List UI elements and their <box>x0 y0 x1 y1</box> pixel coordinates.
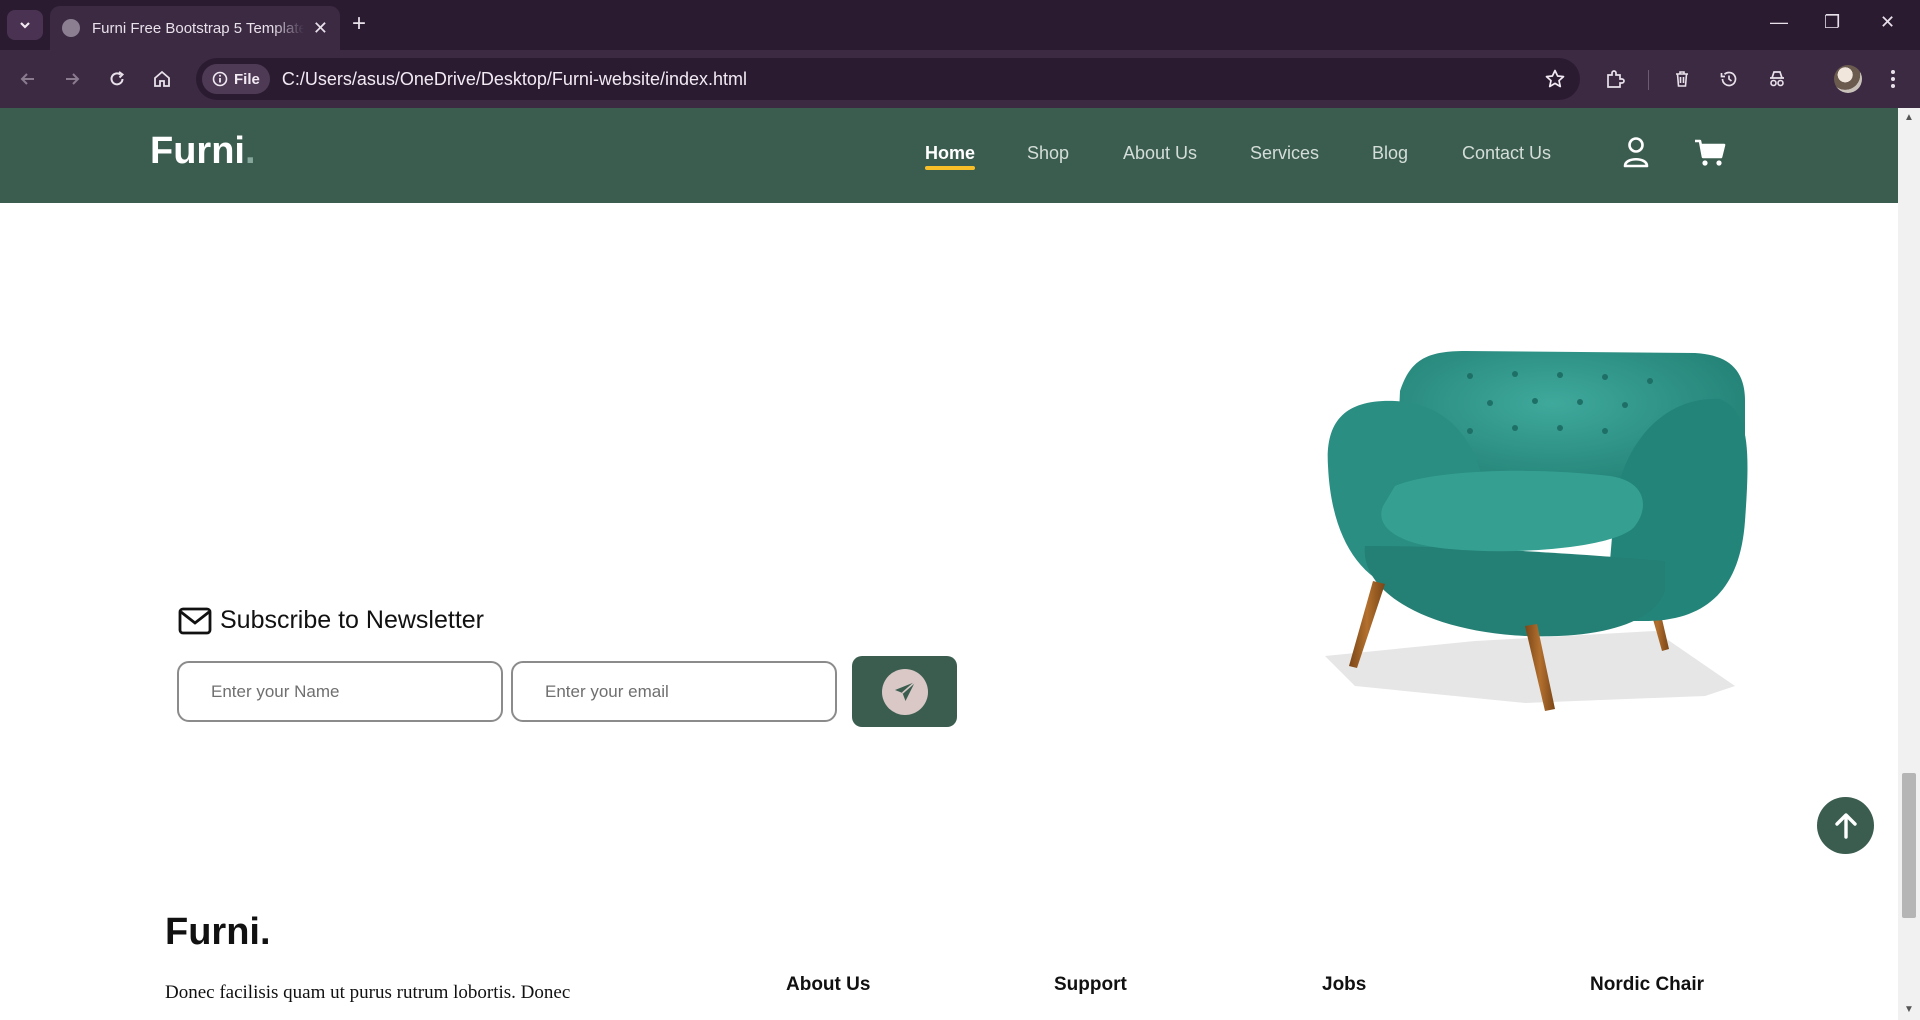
back-arrow-icon[interactable] <box>16 67 40 91</box>
scroll-up-arrow-icon[interactable]: ▲ <box>1904 112 1914 123</box>
footer-description: Donec facilisis quam ut purus rutrum lob… <box>165 982 571 1003</box>
nav-shop[interactable]: Shop <box>1027 143 1069 164</box>
page-viewport: Furni. Home Shop About Us Services Blog … <box>0 108 1898 1020</box>
nav-home[interactable]: Home <box>925 143 976 170</box>
site-info-chip[interactable]: File <box>202 64 270 94</box>
footer-col-jobs: Jobs <box>1322 974 1367 995</box>
profile-avatar[interactable] <box>1834 65 1862 93</box>
extensions-icon[interactable] <box>1603 67 1627 91</box>
newsletter-name-input[interactable] <box>177 661 503 722</box>
chevron-down-icon <box>20 22 30 29</box>
forward-arrow-icon[interactable] <box>60 67 84 91</box>
nav-about-us[interactable]: About Us <box>1123 143 1197 164</box>
page-scrollbar[interactable]: ▲ ▼ <box>1898 108 1920 1020</box>
nav-contact-us[interactable]: Contact Us <box>1462 143 1551 164</box>
restore-button[interactable]: ❐ <box>1824 12 1840 33</box>
newsletter-email-input[interactable] <box>511 661 837 722</box>
menu-dots-icon[interactable] <box>1881 67 1905 91</box>
arrow-up-icon <box>1834 812 1857 839</box>
minimize-button[interactable]: — <box>1770 12 1788 33</box>
logo-text: Furni <box>150 130 245 172</box>
star-icon[interactable] <box>1544 68 1566 95</box>
newsletter-submit-button[interactable] <box>852 656 957 727</box>
footer-col-about-us: About Us <box>786 974 871 995</box>
incognito-icon[interactable] <box>1765 67 1789 91</box>
url-text[interactable]: C:/Users/asus/OneDrive/Desktop/Furni-web… <box>282 69 747 90</box>
footer-col-support: Support <box>1054 974 1127 995</box>
newsletter-title: Subscribe to Newsletter <box>178 606 484 635</box>
site-navbar: Furni. Home Shop About Us Services Blog … <box>0 108 1898 203</box>
footer-col-nordic-chair: Nordic Chair <box>1590 974 1705 995</box>
close-window-button[interactable]: ✕ <box>1880 12 1895 33</box>
history-icon[interactable] <box>1717 67 1741 91</box>
cart-icon[interactable] <box>1694 138 1726 173</box>
nav-blog[interactable]: Blog <box>1372 143 1408 164</box>
newsletter-title-text: Subscribe to Newsletter <box>220 606 485 634</box>
globe-icon <box>62 19 80 37</box>
user-icon[interactable] <box>1622 136 1650 173</box>
new-tab-button[interactable]: + <box>352 12 366 36</box>
address-bar[interactable]: File C:/Users/asus/OneDrive/Desktop/Furn… <box>196 58 1580 100</box>
browser-toolbar: File C:/Users/asus/OneDrive/Desktop/Furn… <box>0 50 1920 108</box>
nav-services[interactable]: Services <box>1250 143 1319 164</box>
armchair-image <box>1325 351 1748 711</box>
toolbar-separator <box>1648 70 1649 90</box>
home-icon[interactable] <box>150 67 174 91</box>
site-logo[interactable]: Furni. <box>150 130 256 173</box>
back-to-top-button[interactable] <box>1817 797 1874 854</box>
envelope-icon <box>178 607 212 634</box>
browser-tab-bar: Furni Free Bootstrap 5 Template ✕ + — ❐ … <box>0 0 1920 50</box>
scrollbar-thumb[interactable] <box>1902 773 1916 918</box>
tab-title: Furni Free Bootstrap 5 Template <box>92 19 304 37</box>
trash-icon[interactable] <box>1670 67 1694 91</box>
info-icon <box>212 71 228 87</box>
scroll-down-arrow-icon[interactable]: ▼ <box>1904 1004 1914 1015</box>
browser-tab[interactable]: Furni Free Bootstrap 5 Template ✕ <box>50 6 340 50</box>
paper-plane-icon <box>881 668 928 715</box>
chip-label: File <box>234 70 260 88</box>
footer-logo[interactable]: Furni. <box>165 911 271 954</box>
reload-icon[interactable] <box>105 67 129 91</box>
tab-search-button[interactable] <box>7 10 43 40</box>
tab-close-icon[interactable]: ✕ <box>313 18 328 39</box>
logo-dot: . <box>244 130 256 172</box>
